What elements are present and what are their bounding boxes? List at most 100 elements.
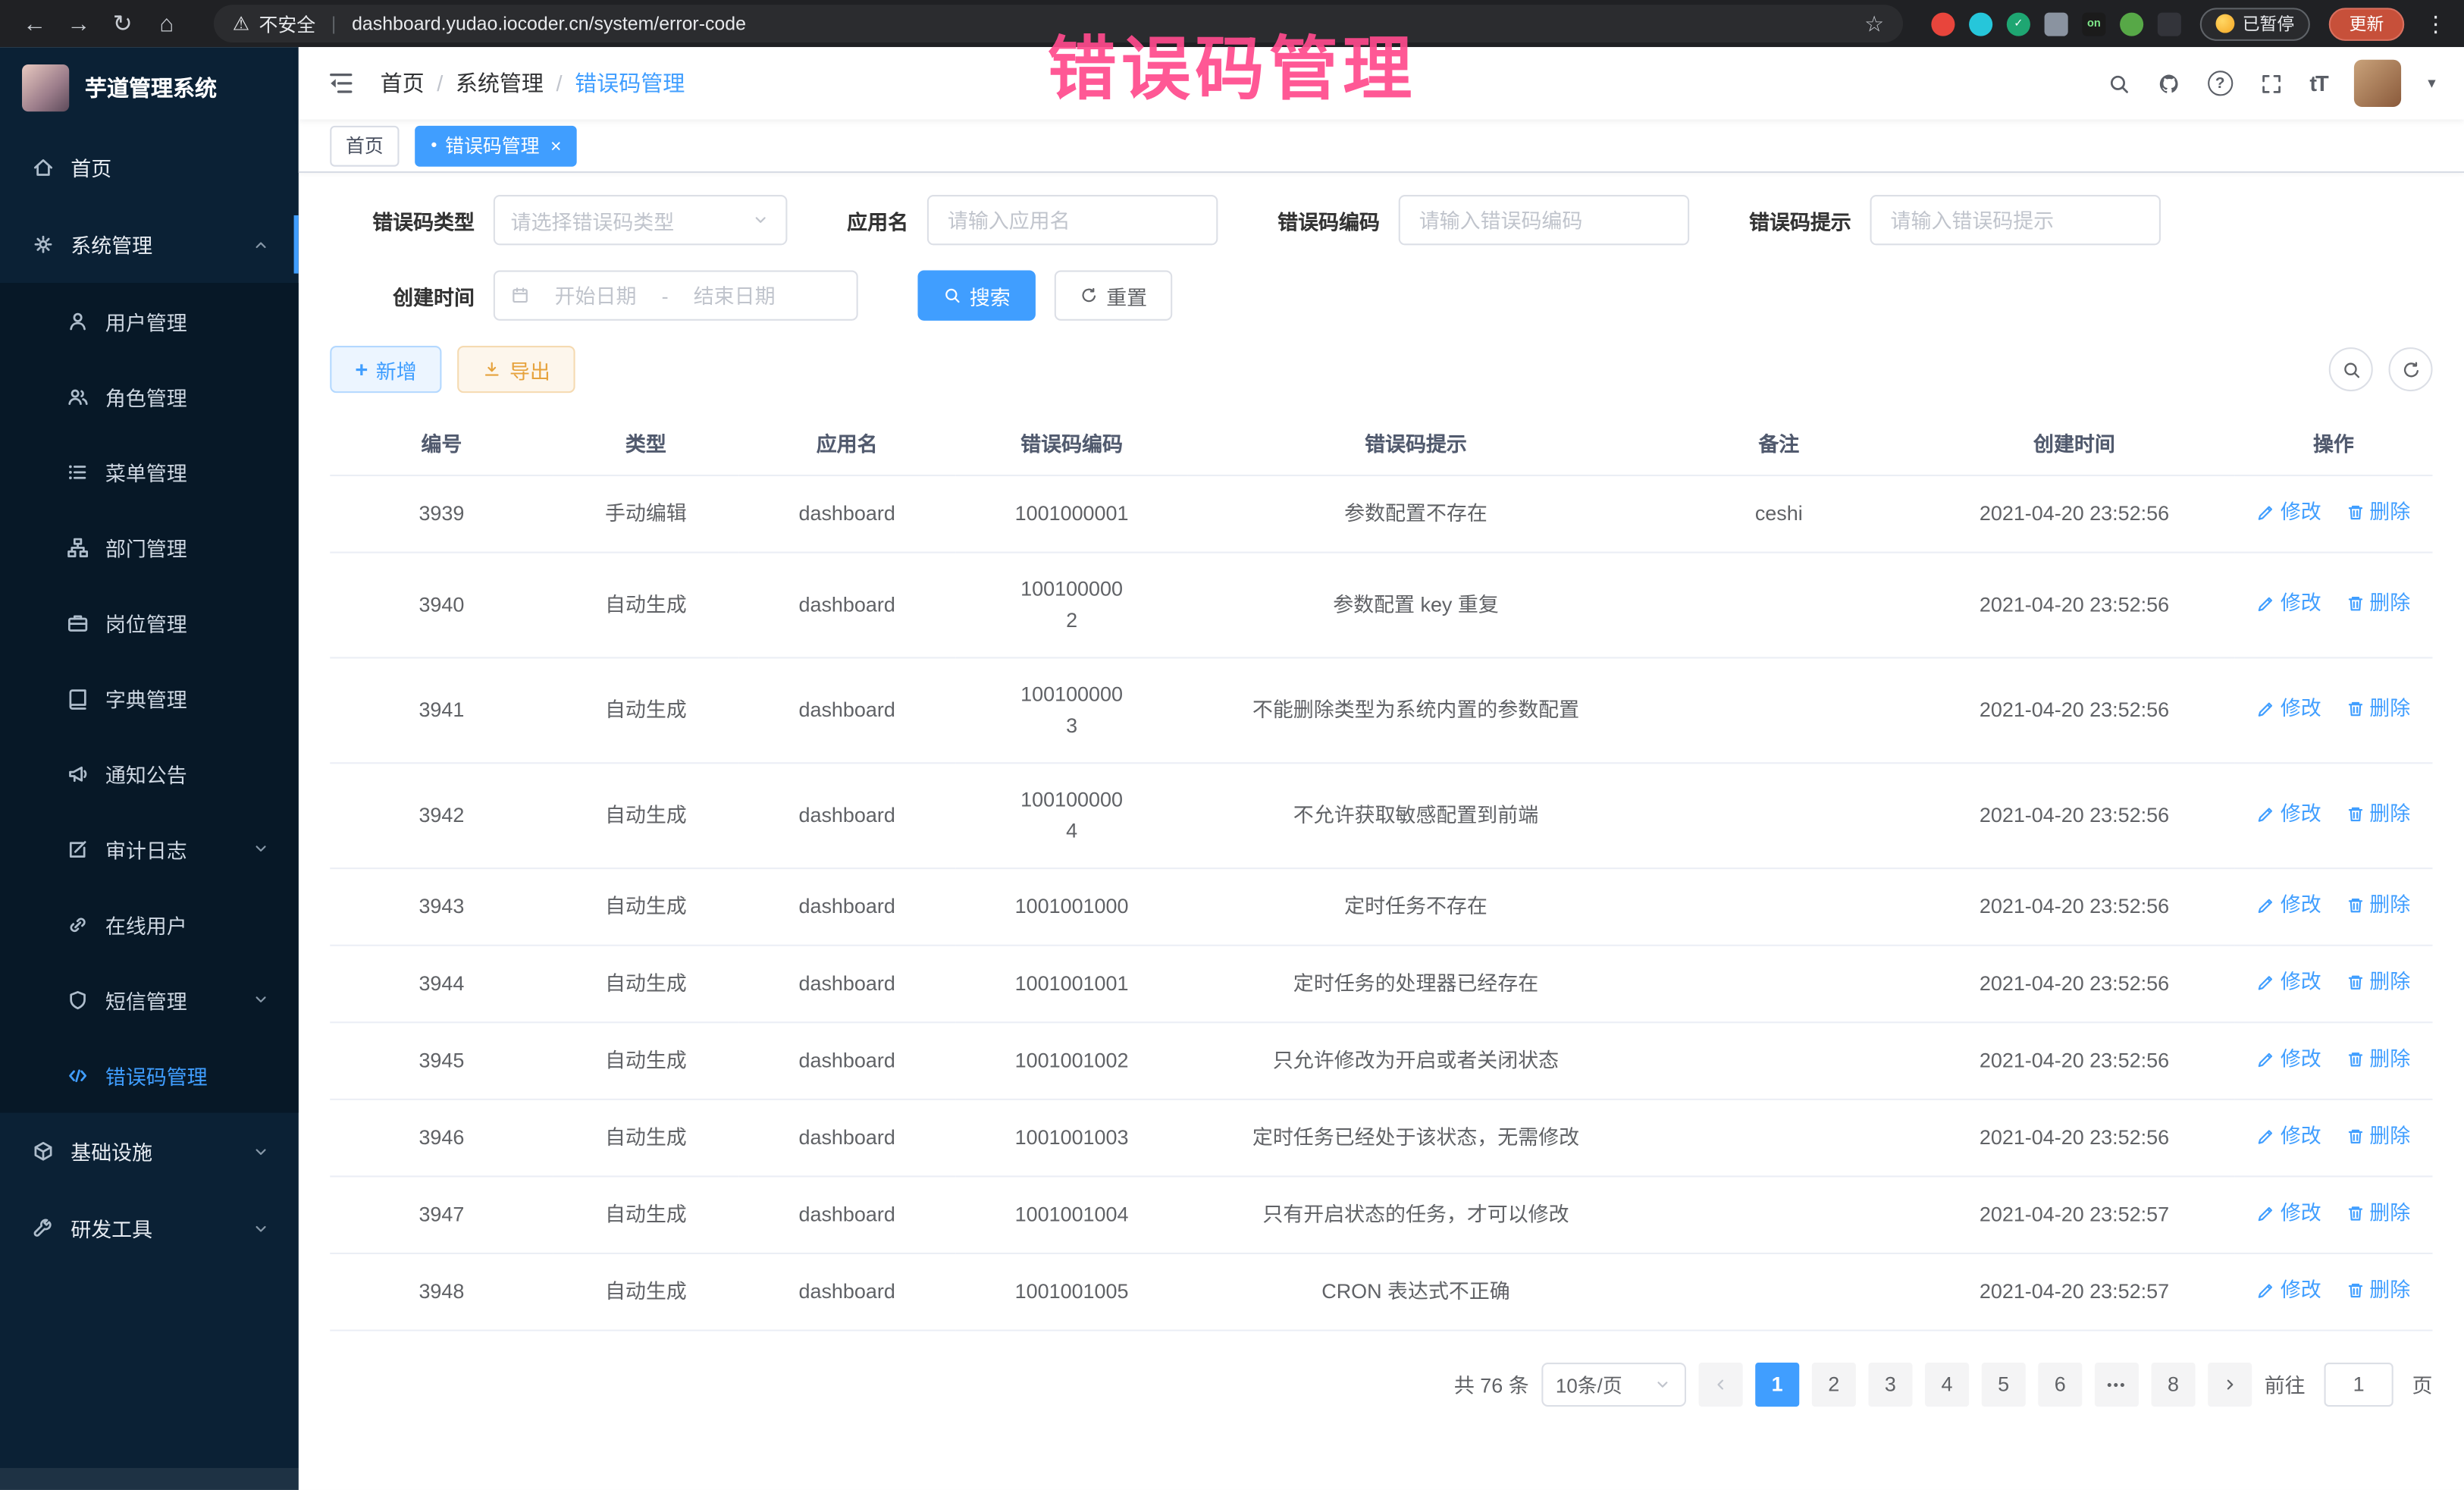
more-pages-button[interactable]: •••: [2095, 1362, 2139, 1406]
fullscreen-icon[interactable]: [2259, 71, 2283, 95]
leaf-extension-icon[interactable]: [2120, 12, 2143, 36]
back-button[interactable]: ←: [16, 10, 54, 36]
tag-errcode-active[interactable]: ● 错误码管理 ×: [415, 125, 577, 166]
delete-link[interactable]: 删除: [2346, 1043, 2410, 1074]
sidebar-item-devtools[interactable]: 研发工具: [0, 1190, 299, 1267]
start-date-input[interactable]: [539, 282, 652, 309]
breadcrumb-system[interactable]: 系统管理: [456, 67, 544, 99]
end-date-input[interactable]: [678, 282, 791, 309]
edit-link[interactable]: 修改: [2257, 587, 2321, 618]
logo-title: 芋道管理系统: [85, 72, 217, 103]
delete-link[interactable]: 删除: [2346, 587, 2410, 618]
add-button[interactable]: + 新增: [330, 346, 442, 393]
edit-link[interactable]: 修改: [2257, 889, 2321, 920]
pin-extension-icon[interactable]: [2158, 12, 2181, 36]
sidebar-item-online[interactable]: 在线用户: [0, 886, 299, 961]
next-page-button[interactable]: [2208, 1362, 2252, 1406]
filter-code-label: 错误码编码: [1277, 205, 1380, 234]
sidebar-item-sms[interactable]: 短信管理: [0, 961, 299, 1037]
edit-link[interactable]: 修改: [2257, 1120, 2321, 1151]
menu-kebab-icon[interactable]: ⋮: [2423, 10, 2448, 36]
error-msg-input[interactable]: [1887, 207, 2143, 234]
tag-label: 错误码管理: [445, 132, 539, 158]
check-extension-icon[interactable]: ✓: [2007, 12, 2030, 36]
edit-link[interactable]: 修改: [2257, 1274, 2321, 1305]
goto-page-input[interactable]: [2324, 1362, 2393, 1406]
page-button-6[interactable]: 6: [2038, 1362, 2082, 1406]
page-button-5[interactable]: 5: [1982, 1362, 2026, 1406]
user-avatar[interactable]: [2354, 60, 2401, 107]
page-button-3[interactable]: 3: [1868, 1362, 1912, 1406]
close-icon[interactable]: ×: [550, 134, 562, 156]
onoff-extension-icon[interactable]: on: [2082, 12, 2105, 36]
edit-link[interactable]: 修改: [2257, 798, 2321, 829]
edit-link[interactable]: 修改: [2257, 966, 2321, 997]
chevron-down-icon: [1653, 1375, 1672, 1394]
date-range-picker[interactable]: -: [494, 271, 858, 321]
page-button-2[interactable]: 2: [1812, 1362, 1856, 1406]
sidebar-item-notices[interactable]: 通知公告: [0, 736, 299, 811]
user-icon: [66, 309, 89, 332]
sidebar-item-posts[interactable]: 岗位管理: [0, 585, 299, 660]
paused-badge[interactable]: 已暂停: [2200, 7, 2310, 40]
reload-button[interactable]: ↻: [104, 9, 142, 37]
delete-link[interactable]: 删除: [2346, 1120, 2410, 1151]
edit-link[interactable]: 修改: [2257, 1197, 2321, 1228]
search-icon[interactable]: [2107, 71, 2130, 95]
forward-button[interactable]: →: [60, 10, 98, 36]
sidebar-item-users[interactable]: 用户管理: [0, 283, 299, 358]
sidebar-item-menus[interactable]: 菜单管理: [0, 434, 299, 509]
reset-button[interactable]: 重置: [1055, 271, 1172, 321]
tag-home[interactable]: 首页: [330, 125, 399, 166]
export-button-label: 导出: [509, 354, 550, 384]
sidebar-item-depts[interactable]: 部门管理: [0, 510, 299, 585]
sidebar-item-system[interactable]: 系统管理: [0, 206, 299, 284]
app-name-input[interactable]: [945, 207, 1201, 234]
github-icon[interactable]: [2157, 71, 2180, 95]
home-button[interactable]: ⌂: [148, 10, 186, 36]
refresh-table-button[interactable]: [2389, 347, 2433, 391]
sidebar-item-errcode[interactable]: 错误码管理: [0, 1037, 299, 1112]
edit-link[interactable]: 修改: [2257, 1043, 2321, 1074]
font-size-icon[interactable]: tT: [2309, 71, 2327, 96]
export-button[interactable]: 导出: [458, 346, 575, 393]
hamburger-fold-icon[interactable]: [327, 69, 355, 97]
sidebar-item-infra[interactable]: 基础设施: [0, 1112, 299, 1190]
record-extension-icon[interactable]: [1931, 12, 1955, 36]
caret-down-icon[interactable]: ▾: [2428, 74, 2435, 92]
sidebar-item-home[interactable]: 首页: [0, 129, 299, 206]
edit-link[interactable]: 修改: [2257, 496, 2321, 527]
delete-link[interactable]: 删除: [2346, 798, 2410, 829]
sidebar-collapse-bar[interactable]: [0, 1468, 299, 1490]
delete-link[interactable]: 删除: [2346, 496, 2410, 527]
sidebar-item-roles[interactable]: 角色管理: [0, 359, 299, 434]
delete-link[interactable]: 删除: [2346, 966, 2410, 997]
prev-page-button[interactable]: [1699, 1362, 1743, 1406]
bookmark-star-icon[interactable]: ☆: [1864, 10, 1884, 36]
error-type-select[interactable]: 请选择错误码类型: [494, 195, 788, 245]
delete-link[interactable]: 删除: [2346, 692, 2410, 723]
error-code-input[interactable]: [1416, 207, 1672, 234]
edit-link[interactable]: 修改: [2257, 692, 2321, 723]
address-bar[interactable]: ⚠ 不安全 | dashboard.yudao.iocoder.cn/syste…: [214, 5, 1903, 42]
chevron-down-icon: [252, 839, 271, 858]
toggle-search-button[interactable]: [2329, 347, 2373, 391]
breadcrumb-home[interactable]: 首页: [381, 67, 425, 99]
page-size-select[interactable]: 10条/页: [1541, 1362, 1686, 1406]
logo[interactable]: 芋道管理系统: [0, 47, 299, 129]
page-button-4[interactable]: 4: [1925, 1362, 1969, 1406]
sidebar-item-audit[interactable]: 审计日志: [0, 811, 299, 886]
sidebar-item-dicts[interactable]: 字典管理: [0, 660, 299, 736]
page-button-1[interactable]: 1: [1755, 1362, 1799, 1406]
search-button[interactable]: 搜索: [917, 271, 1035, 321]
delete-link[interactable]: 删除: [2346, 1274, 2410, 1305]
help-icon[interactable]: ?: [2208, 71, 2233, 96]
drop-extension-icon[interactable]: [1969, 12, 1992, 36]
cell-app: dashboard: [738, 762, 955, 867]
delete-link[interactable]: 删除: [2346, 1197, 2410, 1228]
page-button-8[interactable]: 8: [2151, 1362, 2195, 1406]
cell-id: 3942: [330, 762, 553, 867]
delete-link[interactable]: 删除: [2346, 889, 2410, 920]
people-extension-icon[interactable]: [2045, 12, 2068, 36]
update-button[interactable]: 更新: [2329, 7, 2404, 40]
